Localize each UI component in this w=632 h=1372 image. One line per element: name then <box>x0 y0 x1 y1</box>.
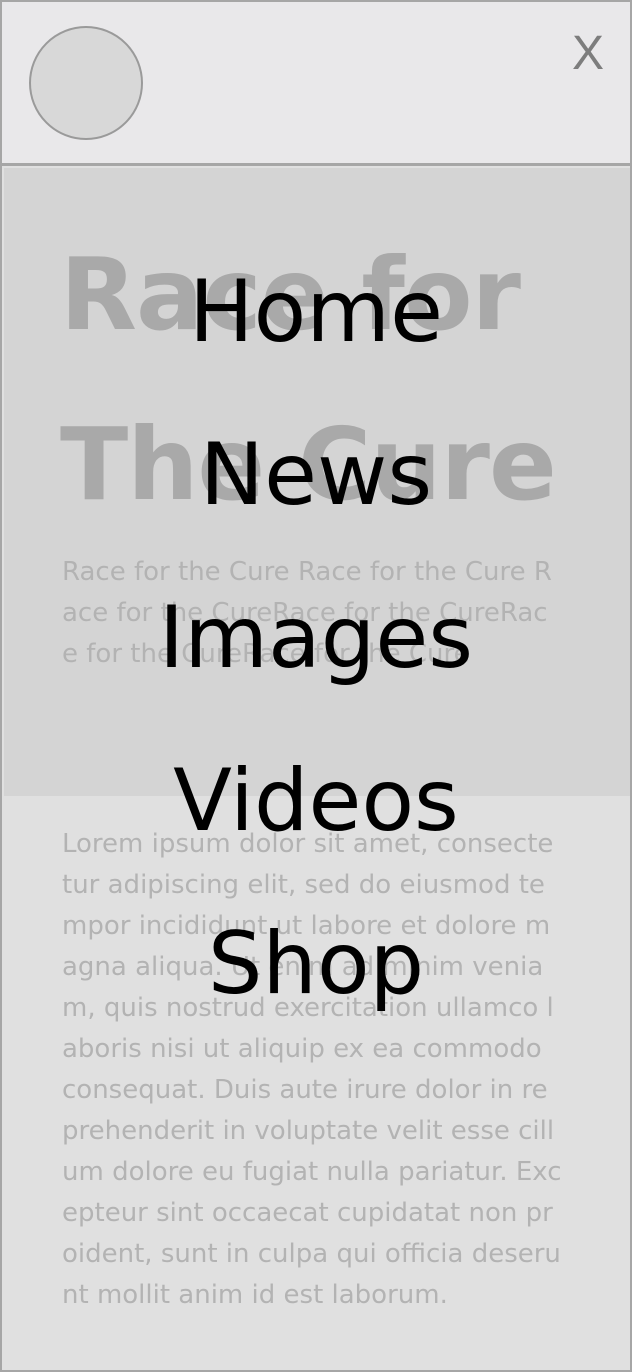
header-bar: X <box>2 2 630 166</box>
logo-placeholder[interactable] <box>29 26 143 140</box>
nav-item-home[interactable]: Home <box>0 262 632 362</box>
nav-item-images[interactable]: Images <box>0 588 632 688</box>
close-menu-button[interactable]: X <box>572 30 604 78</box>
nav-item-videos[interactable]: Videos <box>0 751 632 851</box>
body-paragraph: Lorem ipsum dolor sit amet, consectetur … <box>62 829 562 1310</box>
nav-item-news[interactable]: News <box>0 425 632 525</box>
nav-item-shop[interactable]: Shop <box>0 914 632 1014</box>
